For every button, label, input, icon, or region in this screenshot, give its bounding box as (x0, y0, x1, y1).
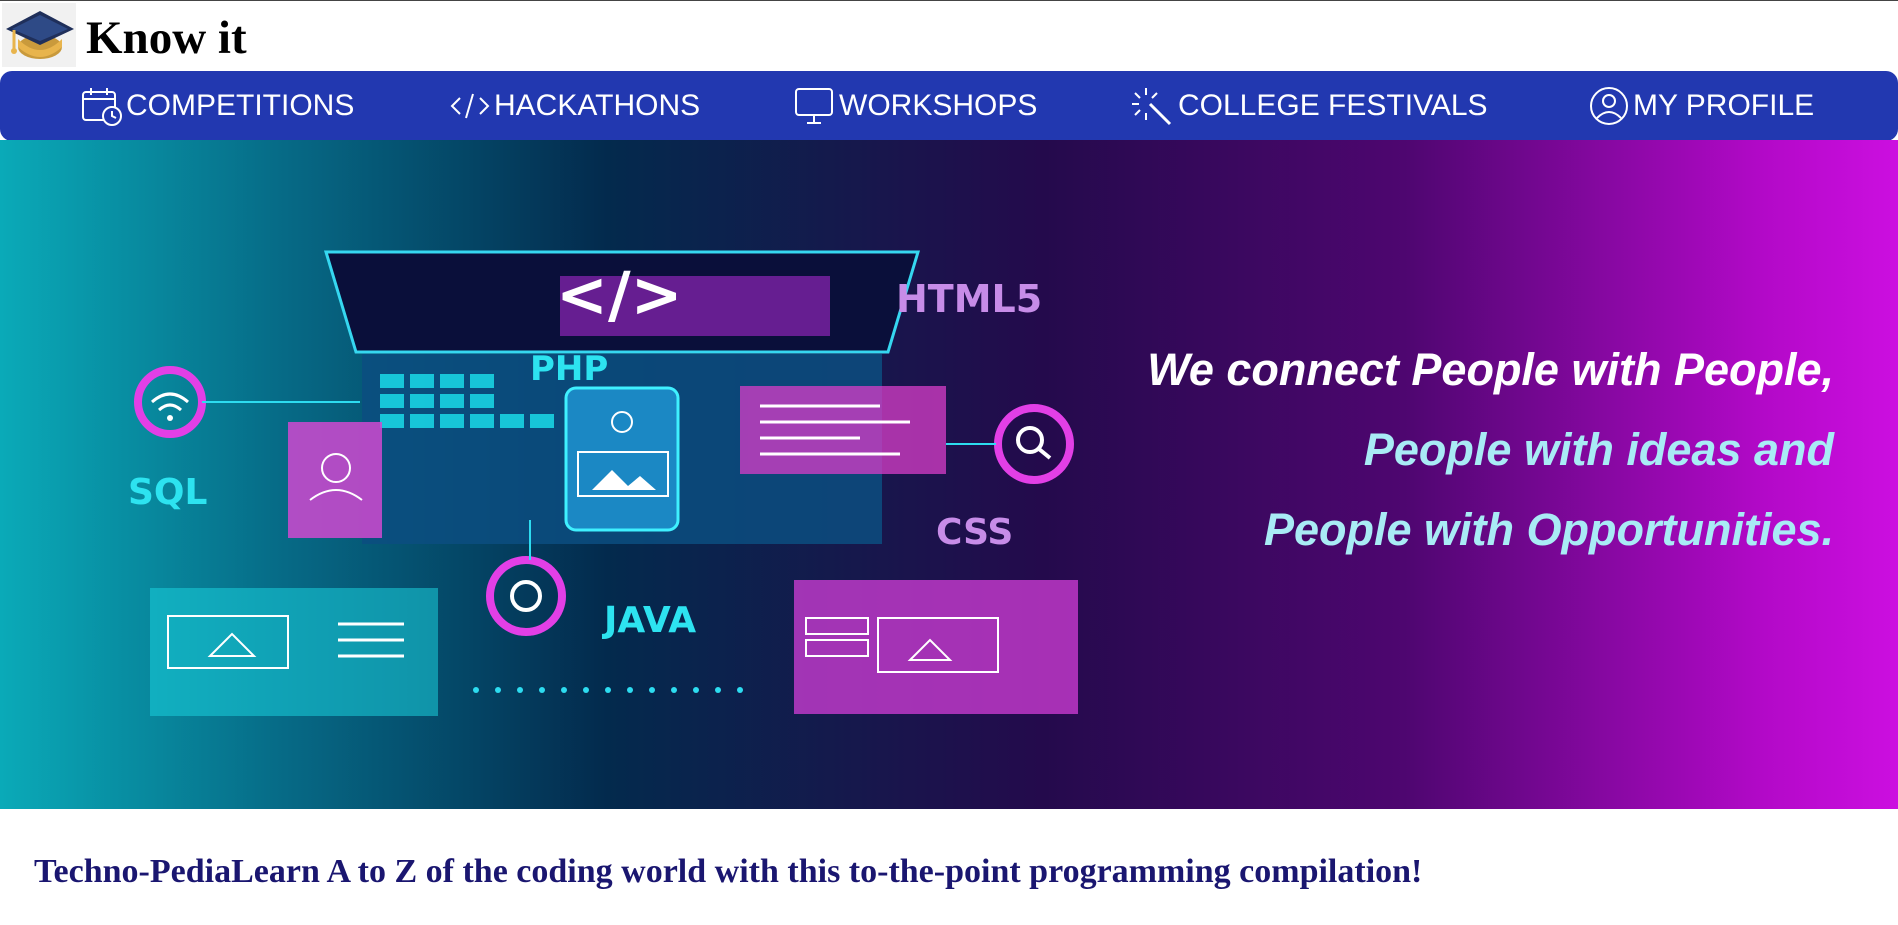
calendar-clock-icon (82, 88, 122, 126)
nav-label: COLLEGE FESTIVALS (1178, 89, 1488, 122)
java-label: JAVA (601, 600, 696, 641)
css-label: CSS (936, 512, 1013, 553)
nav-label: HACKATHONS (494, 89, 701, 122)
hero-tagline: We connect People with People, People wi… (1147, 330, 1834, 570)
nav-label: COMPETITIONS (126, 89, 355, 122)
search-circle (994, 404, 1074, 484)
sql-label: SQL (128, 472, 207, 513)
nav-label: MY PROFILE (1633, 89, 1815, 122)
html5-label: HTML5 (896, 277, 1042, 321)
magic-wand-icon (1132, 88, 1172, 126)
gear-circle (486, 556, 566, 636)
hero-banner: </> HTML5 PHP SQL CSS JAVA We connect Pe… (0, 140, 1898, 809)
nav-item-hackathons[interactable]: HACKATHONS (448, 71, 700, 141)
main-nav: COMPETITIONS HACKATHONS WORKSHOPS COLLEG… (0, 71, 1898, 141)
code-symbol-label: </> (556, 258, 683, 331)
nav-item-college-festivals[interactable]: COLLEGE FESTIVALS (1132, 71, 1488, 141)
nav-item-competitions[interactable]: COMPETITIONS (80, 71, 354, 141)
code-card (740, 386, 946, 474)
profile-card (288, 422, 382, 538)
site-title[interactable]: Know it (86, 15, 247, 62)
user-circle-icon (1590, 87, 1628, 125)
graduation-cap-icon[interactable] (2, 3, 76, 67)
wifi-circle (134, 366, 206, 438)
tagline-line-1: We connect People with People, (1147, 344, 1834, 395)
phone-shape (564, 386, 680, 532)
tagline-line-3: People with Opportunities. (1263, 504, 1834, 555)
monitor-icon (795, 88, 833, 124)
tagline-line-2: People with ideas and (1363, 424, 1834, 475)
nav-item-workshops[interactable]: WORKSHOPS (793, 71, 1037, 141)
coding-illustration: </> HTML5 PHP SQL CSS JAVA (128, 250, 1078, 716)
intro-caption: Techno-PediaLearn A to Z of the coding w… (34, 853, 1423, 890)
nav-label: WORKSHOPS (839, 89, 1038, 122)
left-panel (150, 588, 438, 716)
top-header: Know it (0, 0, 1898, 72)
nav-item-my-profile[interactable]: MY PROFILE (1587, 71, 1814, 141)
code-icon (450, 93, 490, 119)
php-label: PHP (530, 349, 608, 389)
